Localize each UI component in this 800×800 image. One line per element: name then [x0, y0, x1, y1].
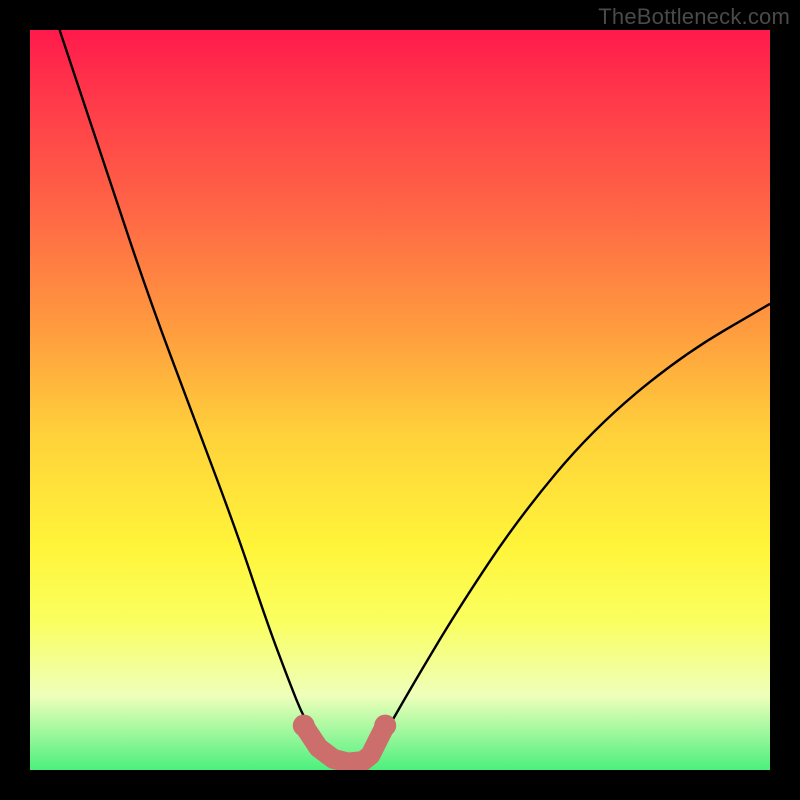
outer-frame: TheBottleneck.com — [0, 0, 800, 800]
marker-path — [304, 726, 385, 763]
watermark-text: TheBottleneck.com — [598, 4, 790, 30]
marker-group — [293, 715, 396, 763]
marker-dot — [374, 715, 396, 737]
marker-dot — [293, 715, 315, 737]
plot-area — [30, 30, 770, 770]
bottleneck-curve — [30, 30, 770, 770]
curve-line — [60, 30, 770, 763]
